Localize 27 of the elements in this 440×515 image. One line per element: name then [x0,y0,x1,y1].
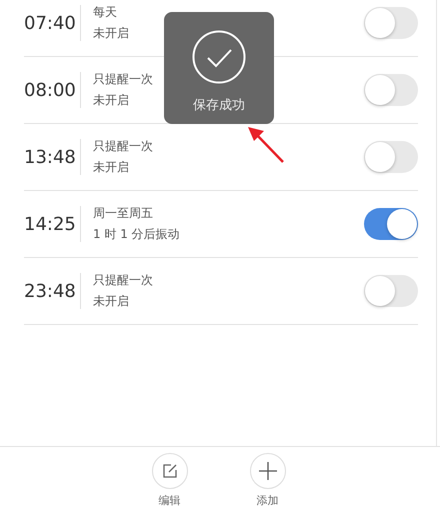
alarm-time: 08:00 [24,80,77,100]
alarm-toggle[interactable] [364,7,418,39]
alarm-time: 23:48 [24,280,77,302]
alarm-status: 1 时 1 分后振动 [93,226,180,243]
edit-button[interactable]: 编辑 [144,447,196,515]
toast-message: 保存成功 [193,97,245,114]
alarm-repeat: 只提醒一次 [93,138,153,155]
alarm-toggle[interactable] [364,74,418,106]
alarm-toggle[interactable] [364,208,418,240]
alarm-time: 14:25 [24,214,77,234]
alarm-toggle[interactable] [364,275,418,307]
alarm-status: 未开启 [93,159,129,176]
edit-icon [162,463,178,479]
alarm-status: 未开启 [93,293,129,310]
add-button[interactable]: 添加 [242,447,294,515]
plus-icon [258,461,278,481]
alarm-time: 07:40 [24,12,77,34]
alarm-time: 13:48 [24,146,77,168]
alarm-repeat: 周一至周五 [93,205,153,222]
alarm-repeat: 只提醒一次 [93,272,153,289]
alarm-status: 未开启 [93,25,129,42]
alarm-status: 未开启 [93,92,129,109]
alarm-repeat: 只提醒一次 [93,71,153,88]
annotation-arrow [246,125,286,165]
alarm-repeat: 每天 [93,4,117,21]
checkmark-icon [192,30,246,84]
alarm-toggle[interactable] [364,141,418,173]
